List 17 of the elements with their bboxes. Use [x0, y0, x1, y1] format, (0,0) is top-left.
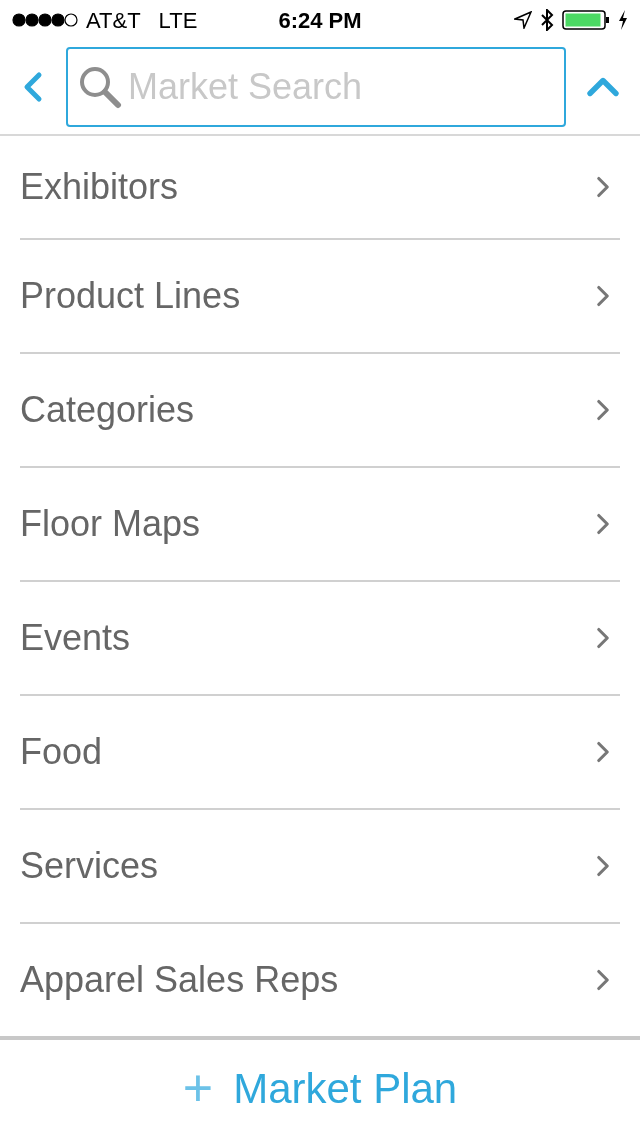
bluetooth-icon	[540, 9, 554, 31]
menu-item[interactable]: Product Lines	[20, 240, 620, 354]
menu-item[interactable]: Categories	[20, 354, 620, 468]
signal-icon	[12, 13, 78, 27]
clock-time: 6:24 PM	[278, 6, 362, 35]
menu-item[interactable]: Floor Maps	[20, 468, 620, 582]
menu-item[interactable]: Events	[20, 582, 620, 696]
battery-icon	[562, 10, 610, 30]
carrier-name: AT&T	[86, 6, 141, 35]
search-icon	[78, 65, 122, 109]
menu-item[interactable]: Exhibitors	[20, 136, 620, 240]
menu-item[interactable]: Apparel Sales Reps	[20, 924, 620, 1036]
menu-item[interactable]: Services	[20, 810, 620, 924]
charging-bolt-icon	[618, 10, 628, 30]
location-arrow-icon	[514, 11, 532, 29]
menu-item[interactable]: Food	[20, 696, 620, 810]
network-type: LTE	[158, 6, 198, 35]
